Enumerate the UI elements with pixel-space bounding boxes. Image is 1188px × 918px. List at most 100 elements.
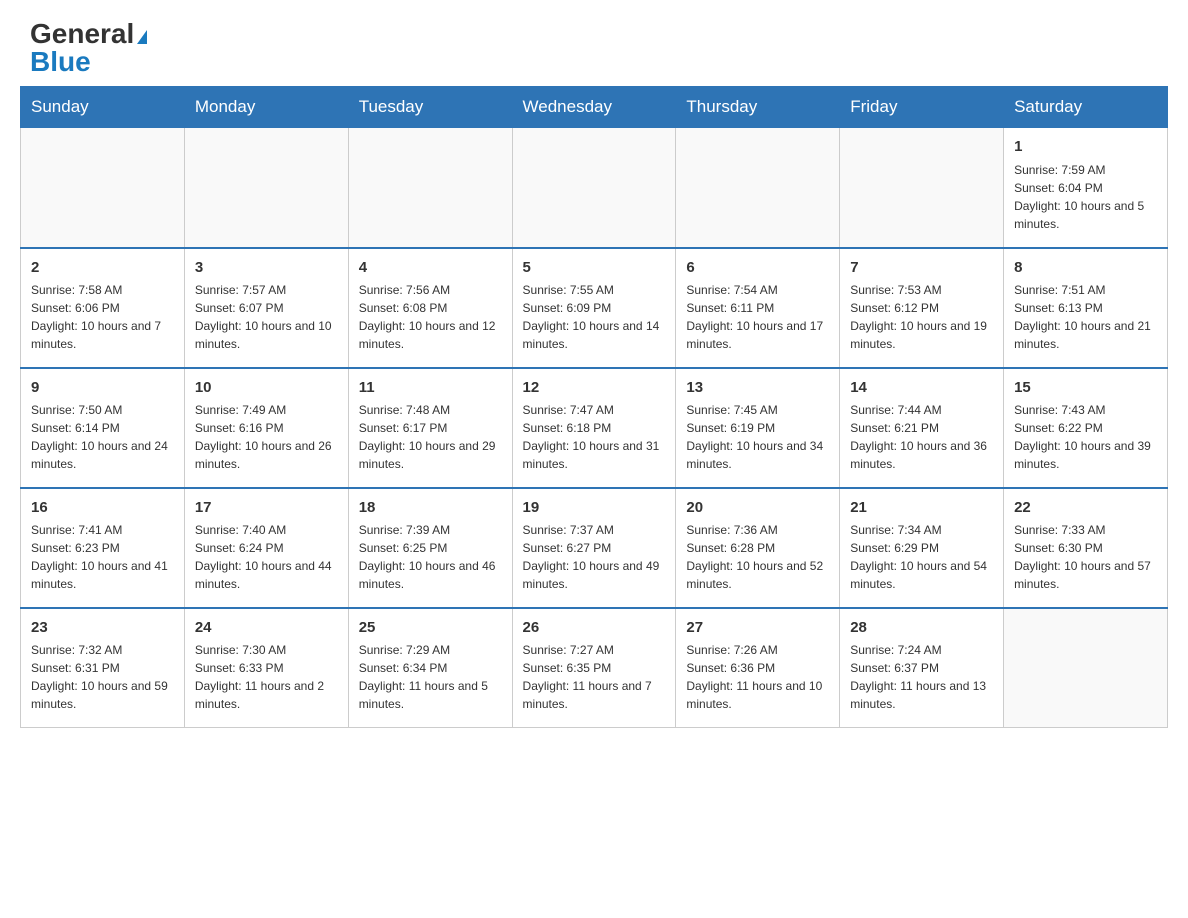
day-info: Sunrise: 7:59 AM Sunset: 6:04 PM Dayligh…: [1014, 161, 1157, 233]
day-number: 26: [523, 617, 666, 639]
day-info: Sunrise: 7:51 AM Sunset: 6:13 PM Dayligh…: [1014, 281, 1157, 353]
calendar-day-cell: [512, 128, 676, 248]
day-number: 17: [195, 497, 338, 519]
day-info: Sunrise: 7:24 AM Sunset: 6:37 PM Dayligh…: [850, 641, 993, 713]
calendar-day-cell: 12Sunrise: 7:47 AM Sunset: 6:18 PM Dayli…: [512, 368, 676, 488]
day-info: Sunrise: 7:49 AM Sunset: 6:16 PM Dayligh…: [195, 401, 338, 473]
calendar-day-cell: 8Sunrise: 7:51 AM Sunset: 6:13 PM Daylig…: [1004, 248, 1168, 368]
calendar-day-cell: [21, 128, 185, 248]
calendar-day-cell: [184, 128, 348, 248]
calendar-day-cell: 21Sunrise: 7:34 AM Sunset: 6:29 PM Dayli…: [840, 488, 1004, 608]
calendar-table: SundayMondayTuesdayWednesdayThursdayFrid…: [20, 86, 1168, 728]
calendar-day-cell: 9Sunrise: 7:50 AM Sunset: 6:14 PM Daylig…: [21, 368, 185, 488]
day-number: 7: [850, 257, 993, 279]
calendar-day-cell: 7Sunrise: 7:53 AM Sunset: 6:12 PM Daylig…: [840, 248, 1004, 368]
weekday-header-row: SundayMondayTuesdayWednesdayThursdayFrid…: [21, 87, 1168, 128]
day-number: 25: [359, 617, 502, 639]
day-number: 11: [359, 377, 502, 399]
day-info: Sunrise: 7:33 AM Sunset: 6:30 PM Dayligh…: [1014, 521, 1157, 593]
day-info: Sunrise: 7:39 AM Sunset: 6:25 PM Dayligh…: [359, 521, 502, 593]
day-info: Sunrise: 7:47 AM Sunset: 6:18 PM Dayligh…: [523, 401, 666, 473]
day-number: 10: [195, 377, 338, 399]
day-number: 22: [1014, 497, 1157, 519]
weekday-header-friday: Friday: [840, 87, 1004, 128]
day-info: Sunrise: 7:37 AM Sunset: 6:27 PM Dayligh…: [523, 521, 666, 593]
day-info: Sunrise: 7:58 AM Sunset: 6:06 PM Dayligh…: [31, 281, 174, 353]
day-number: 4: [359, 257, 502, 279]
day-info: Sunrise: 7:40 AM Sunset: 6:24 PM Dayligh…: [195, 521, 338, 593]
calendar-week-row: 23Sunrise: 7:32 AM Sunset: 6:31 PM Dayli…: [21, 608, 1168, 728]
day-number: 23: [31, 617, 174, 639]
day-number: 19: [523, 497, 666, 519]
calendar-day-cell: 4Sunrise: 7:56 AM Sunset: 6:08 PM Daylig…: [348, 248, 512, 368]
calendar-day-cell: 26Sunrise: 7:27 AM Sunset: 6:35 PM Dayli…: [512, 608, 676, 728]
calendar-day-cell: [348, 128, 512, 248]
calendar-day-cell: 28Sunrise: 7:24 AM Sunset: 6:37 PM Dayli…: [840, 608, 1004, 728]
calendar-day-cell: 17Sunrise: 7:40 AM Sunset: 6:24 PM Dayli…: [184, 488, 348, 608]
logo-triangle-icon: [137, 30, 147, 44]
day-number: 1: [1014, 136, 1157, 158]
calendar-week-row: 1 Sunrise: 7:59 AM Sunset: 6:04 PM Daylig…: [21, 128, 1168, 248]
calendar-week-row: 16Sunrise: 7:41 AM Sunset: 6:23 PM Dayli…: [21, 488, 1168, 608]
calendar-day-cell: 27Sunrise: 7:26 AM Sunset: 6:36 PM Dayli…: [676, 608, 840, 728]
calendar-day-cell: 16Sunrise: 7:41 AM Sunset: 6:23 PM Dayli…: [21, 488, 185, 608]
day-number: 3: [195, 257, 338, 279]
calendar-week-row: 2Sunrise: 7:58 AM Sunset: 6:06 PM Daylig…: [21, 248, 1168, 368]
weekday-header-thursday: Thursday: [676, 87, 840, 128]
day-number: 9: [31, 377, 174, 399]
day-info: Sunrise: 7:48 AM Sunset: 6:17 PM Dayligh…: [359, 401, 502, 473]
weekday-header-tuesday: Tuesday: [348, 87, 512, 128]
weekday-header-sunday: Sunday: [21, 87, 185, 128]
calendar-day-cell: [676, 128, 840, 248]
day-info: Sunrise: 7:41 AM Sunset: 6:23 PM Dayligh…: [31, 521, 174, 593]
calendar-day-cell: 25Sunrise: 7:29 AM Sunset: 6:34 PM Dayli…: [348, 608, 512, 728]
calendar-day-cell: 13Sunrise: 7:45 AM Sunset: 6:19 PM Dayli…: [676, 368, 840, 488]
day-number: 24: [195, 617, 338, 639]
day-info: Sunrise: 7:53 AM Sunset: 6:12 PM Dayligh…: [850, 281, 993, 353]
day-info: Sunrise: 7:44 AM Sunset: 6:21 PM Dayligh…: [850, 401, 993, 473]
calendar-day-cell: [840, 128, 1004, 248]
logo-blue-text: Blue: [30, 46, 91, 77]
day-info: Sunrise: 7:55 AM Sunset: 6:09 PM Dayligh…: [523, 281, 666, 353]
day-number: 18: [359, 497, 502, 519]
calendar-day-cell: 11Sunrise: 7:48 AM Sunset: 6:17 PM Dayli…: [348, 368, 512, 488]
calendar-day-cell: 10Sunrise: 7:49 AM Sunset: 6:16 PM Dayli…: [184, 368, 348, 488]
day-number: 12: [523, 377, 666, 399]
calendar-day-cell: 23Sunrise: 7:32 AM Sunset: 6:31 PM Dayli…: [21, 608, 185, 728]
logo-top-line: General: [30, 20, 147, 48]
day-info: Sunrise: 7:26 AM Sunset: 6:36 PM Dayligh…: [686, 641, 829, 713]
logo-general-text: General: [30, 18, 134, 49]
day-number: 15: [1014, 377, 1157, 399]
calendar-day-cell: 3Sunrise: 7:57 AM Sunset: 6:07 PM Daylig…: [184, 248, 348, 368]
day-info: Sunrise: 7:30 AM Sunset: 6:33 PM Dayligh…: [195, 641, 338, 713]
day-info: Sunrise: 7:45 AM Sunset: 6:19 PM Dayligh…: [686, 401, 829, 473]
day-number: 6: [686, 257, 829, 279]
day-info: Sunrise: 7:29 AM Sunset: 6:34 PM Dayligh…: [359, 641, 502, 713]
day-number: 21: [850, 497, 993, 519]
day-number: 14: [850, 377, 993, 399]
calendar-day-cell: 24Sunrise: 7:30 AM Sunset: 6:33 PM Dayli…: [184, 608, 348, 728]
day-number: 2: [31, 257, 174, 279]
calendar-day-cell: 6Sunrise: 7:54 AM Sunset: 6:11 PM Daylig…: [676, 248, 840, 368]
day-number: 28: [850, 617, 993, 639]
day-info: Sunrise: 7:50 AM Sunset: 6:14 PM Dayligh…: [31, 401, 174, 473]
calendar-day-cell: 20Sunrise: 7:36 AM Sunset: 6:28 PM Dayli…: [676, 488, 840, 608]
calendar-day-cell: 22Sunrise: 7:33 AM Sunset: 6:30 PM Dayli…: [1004, 488, 1168, 608]
day-info: Sunrise: 7:32 AM Sunset: 6:31 PM Dayligh…: [31, 641, 174, 713]
calendar-day-cell: 15Sunrise: 7:43 AM Sunset: 6:22 PM Dayli…: [1004, 368, 1168, 488]
weekday-header-wednesday: Wednesday: [512, 87, 676, 128]
day-info: Sunrise: 7:54 AM Sunset: 6:11 PM Dayligh…: [686, 281, 829, 353]
day-number: 20: [686, 497, 829, 519]
day-info: Sunrise: 7:34 AM Sunset: 6:29 PM Dayligh…: [850, 521, 993, 593]
day-info: Sunrise: 7:56 AM Sunset: 6:08 PM Dayligh…: [359, 281, 502, 353]
day-number: 27: [686, 617, 829, 639]
day-info: Sunrise: 7:36 AM Sunset: 6:28 PM Dayligh…: [686, 521, 829, 593]
day-number: 8: [1014, 257, 1157, 279]
day-info: Sunrise: 7:57 AM Sunset: 6:07 PM Dayligh…: [195, 281, 338, 353]
calendar-day-cell: 18Sunrise: 7:39 AM Sunset: 6:25 PM Dayli…: [348, 488, 512, 608]
weekday-header-monday: Monday: [184, 87, 348, 128]
calendar-day-cell: 1 Sunrise: 7:59 AM Sunset: 6:04 PM Daylig…: [1004, 128, 1168, 248]
calendar-day-cell: [1004, 608, 1168, 728]
page-header: General Blue: [0, 0, 1188, 86]
calendar-day-cell: 5Sunrise: 7:55 AM Sunset: 6:09 PM Daylig…: [512, 248, 676, 368]
